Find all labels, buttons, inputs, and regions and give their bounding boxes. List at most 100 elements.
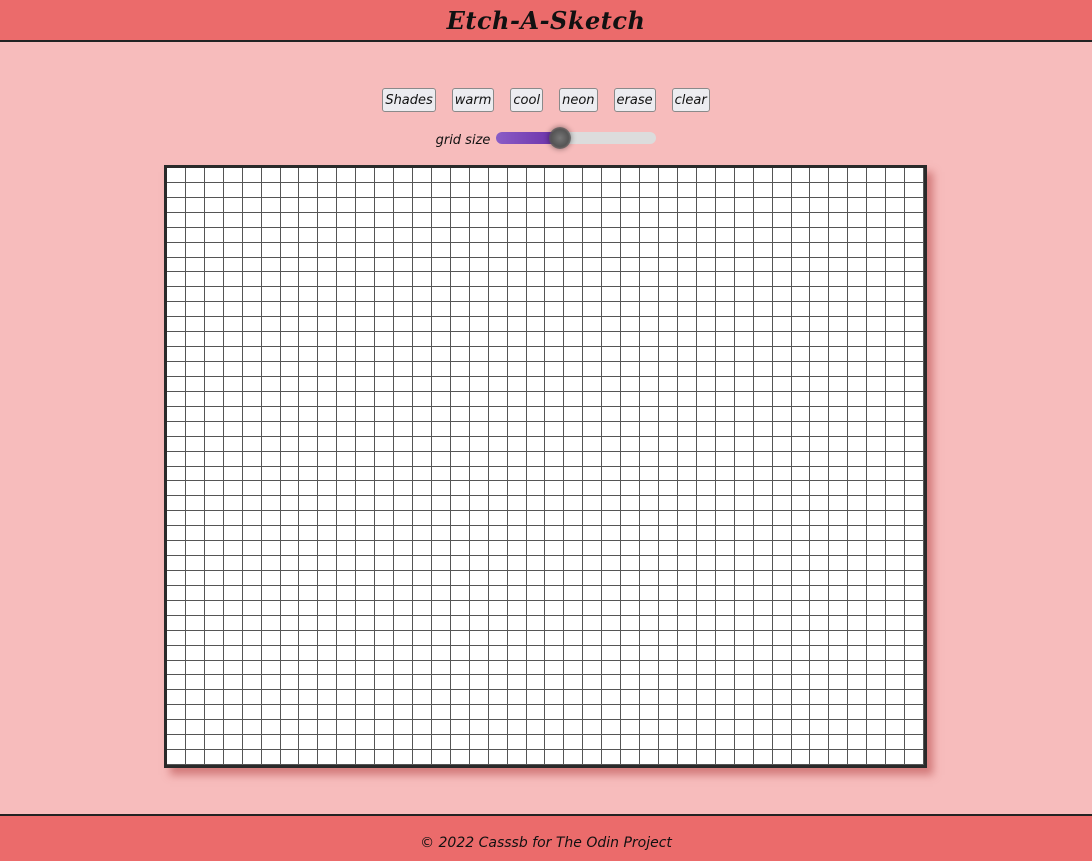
grid-cell[interactable] xyxy=(242,182,262,198)
grid-cell[interactable] xyxy=(223,227,243,243)
grid-cell[interactable] xyxy=(583,347,603,363)
grid-cell[interactable] xyxy=(677,466,697,482)
grid-cell[interactable] xyxy=(413,481,432,497)
grid-cell[interactable] xyxy=(526,675,546,691)
grid-cell[interactable] xyxy=(753,556,773,571)
grid-cell[interactable] xyxy=(621,242,641,258)
grid-cell[interactable] xyxy=(469,645,489,661)
grid-cell[interactable] xyxy=(867,541,887,557)
grid-cell[interactable] xyxy=(280,451,300,467)
grid-cell[interactable] xyxy=(469,660,489,676)
grid-cell[interactable] xyxy=(677,750,697,765)
grid-cell[interactable] xyxy=(507,660,527,676)
grid-cell[interactable] xyxy=(753,705,773,721)
grid-cell[interactable] xyxy=(223,391,243,407)
grid-cell[interactable] xyxy=(829,362,849,377)
grid-cell[interactable] xyxy=(829,750,849,765)
grid-cell[interactable] xyxy=(431,585,451,601)
grid-cell[interactable] xyxy=(677,362,697,377)
grid-cell[interactable] xyxy=(394,168,414,183)
grid-cell[interactable] xyxy=(413,541,432,557)
grid-cell[interactable] xyxy=(318,556,338,571)
grid-cell[interactable] xyxy=(413,570,432,586)
grid-cell[interactable] xyxy=(394,720,414,736)
grid-cell[interactable] xyxy=(488,615,508,631)
grid-cell[interactable] xyxy=(696,750,716,765)
grid-cell[interactable] xyxy=(356,451,376,467)
grid-cell[interactable] xyxy=(734,750,754,765)
grid-cell[interactable] xyxy=(469,541,489,557)
grid-cell[interactable] xyxy=(829,272,849,288)
grid-cell[interactable] xyxy=(394,496,414,512)
grid-cell[interactable] xyxy=(564,735,584,751)
grid-cell[interactable] xyxy=(204,317,224,333)
grid-cell[interactable] xyxy=(299,466,319,482)
grid-cell[interactable] xyxy=(488,332,508,348)
grid-cell[interactable] xyxy=(413,705,432,721)
grid-cell[interactable] xyxy=(450,421,470,437)
grid-cell[interactable] xyxy=(715,168,735,183)
grid-cell[interactable] xyxy=(677,705,697,721)
grid-cell[interactable] xyxy=(583,317,603,333)
grid-cell[interactable] xyxy=(450,466,470,482)
grid-cell[interactable] xyxy=(488,212,508,228)
grid-cell[interactable] xyxy=(242,690,262,706)
grid-cell[interactable] xyxy=(488,168,508,183)
grid-cell[interactable] xyxy=(356,735,376,751)
grid-cell[interactable] xyxy=(621,675,641,691)
grid-cell[interactable] xyxy=(772,302,792,318)
grid-cell[interactable] xyxy=(469,556,489,571)
grid-cell[interactable] xyxy=(526,436,546,452)
grid-cell[interactable] xyxy=(583,168,603,183)
grid-cell[interactable] xyxy=(659,526,678,542)
grid-cell[interactable] xyxy=(905,645,924,661)
grid-cell[interactable] xyxy=(242,660,262,676)
grid-cell[interactable] xyxy=(810,481,830,497)
grid-cell[interactable] xyxy=(640,511,660,527)
grid-cell[interactable] xyxy=(223,242,243,258)
grid-cell[interactable] xyxy=(375,347,395,363)
grid-cell[interactable] xyxy=(469,197,489,213)
grid-cell[interactable] xyxy=(280,376,300,392)
grid-cell[interactable] xyxy=(545,168,565,183)
grid-cell[interactable] xyxy=(469,585,489,601)
grid-cell[interactable] xyxy=(167,526,186,542)
grid-cell[interactable] xyxy=(356,212,376,228)
grid-cell[interactable] xyxy=(621,526,641,542)
grid-cell[interactable] xyxy=(848,212,868,228)
grid-cell[interactable] xyxy=(715,287,735,303)
grid-cell[interactable] xyxy=(696,511,716,527)
grid-cell[interactable] xyxy=(450,750,470,765)
grid-cell[interactable] xyxy=(337,287,357,303)
grid-cell[interactable] xyxy=(318,317,338,333)
grid-cell[interactable] xyxy=(867,182,887,198)
grid-cell[interactable] xyxy=(848,720,868,736)
grid-cell[interactable] xyxy=(621,347,641,363)
grid-cell[interactable] xyxy=(469,600,489,616)
grid-cell[interactable] xyxy=(167,496,186,512)
grid-cell[interactable] xyxy=(223,257,243,273)
grid-cell[interactable] xyxy=(753,645,773,661)
grid-cell[interactable] xyxy=(204,332,224,348)
grid-cell[interactable] xyxy=(167,197,186,213)
grid-cell[interactable] xyxy=(791,287,811,303)
grid-cell[interactable] xyxy=(753,570,773,586)
grid-cell[interactable] xyxy=(299,332,319,348)
grid-cell[interactable] xyxy=(356,257,376,273)
grid-cell[interactable] xyxy=(677,317,697,333)
grid-cell[interactable] xyxy=(734,690,754,706)
grid-cell[interactable] xyxy=(545,436,565,452)
grid-cell[interactable] xyxy=(867,257,887,273)
grid-cell[interactable] xyxy=(223,197,243,213)
grid-cell[interactable] xyxy=(337,451,357,467)
grid-cell[interactable] xyxy=(261,556,281,571)
grid-cell[interactable] xyxy=(299,720,319,736)
grid-cell[interactable] xyxy=(431,302,451,318)
grid-cell[interactable] xyxy=(810,615,830,631)
grid-cell[interactable] xyxy=(167,317,186,333)
grid-cell[interactable] xyxy=(886,615,906,631)
grid-cell[interactable] xyxy=(696,391,716,407)
grid-cell[interactable] xyxy=(337,466,357,482)
grid-cell[interactable] xyxy=(337,317,357,333)
grid-cell[interactable] xyxy=(677,541,697,557)
